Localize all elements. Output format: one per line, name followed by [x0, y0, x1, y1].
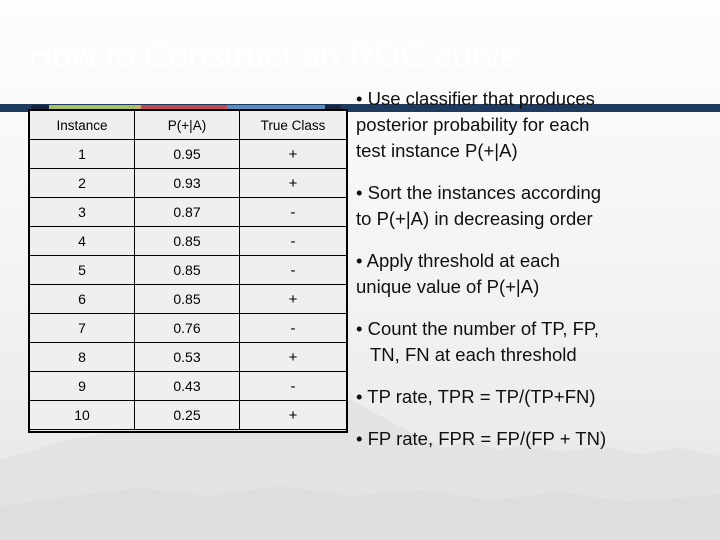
bullet-marker-icon: • — [356, 428, 368, 449]
cell-true-class: + — [239, 400, 347, 430]
cell-true-class: - — [239, 371, 347, 401]
cell-true-class: - — [239, 197, 347, 227]
column-header-true-class: True Class — [239, 110, 347, 140]
cell-instance: 4 — [29, 226, 135, 256]
bullet-item: • Use classifier that produces posterior … — [356, 86, 712, 164]
bullet-line: test instance P(+|A) — [356, 140, 518, 161]
bullet-line: Count the number of TP, FP, — [367, 318, 600, 339]
cell-true-class: - — [239, 313, 347, 343]
bullet-line: Apply threshold at each — [366, 250, 560, 271]
cell-true-class: + — [239, 284, 347, 314]
table-row: 8 0.53 + — [29, 342, 347, 372]
bullet-item: • Count the number of TP, FP, TN, FN at e… — [356, 316, 712, 368]
cell-instance: 2 — [29, 168, 135, 198]
slide-title: How to Construct an ROC curve — [28, 37, 520, 75]
bullet-line: TN, FN at each threshold — [370, 344, 577, 365]
bullet-line: Use classifier that produces — [367, 88, 595, 109]
cell-instance: 5 — [29, 255, 135, 285]
table-row: 1 0.95 + — [29, 139, 347, 169]
bullet-item: • Sort the instances according to P(+|A) … — [356, 180, 712, 232]
cell-true-class: - — [239, 226, 347, 256]
bullet-line: TP rate, TPR = TP/(TP+FN) — [367, 386, 596, 407]
bullet-line: unique value of P(+|A) — [356, 276, 540, 297]
column-header-instance: Instance — [29, 110, 135, 140]
cell-probability: 0.93 — [134, 168, 240, 198]
bullet-marker-icon: • — [356, 182, 368, 203]
bullet-line: FP rate, FPR = FP/(FP + TN) — [367, 428, 607, 449]
bullet-marker-icon: • — [356, 250, 367, 271]
cell-true-class: + — [239, 168, 347, 198]
cell-true-class: + — [239, 342, 347, 372]
bullet-item: • TP rate, TPR = TP/(TP+FN) — [356, 384, 712, 410]
cell-probability: 0.25 — [134, 400, 240, 430]
table-header-row: Instance P(+|A) True Class — [29, 110, 347, 140]
bullet-list: • Use classifier that produces posterior … — [356, 86, 712, 468]
cell-instance: 8 — [29, 342, 135, 372]
table-row: 6 0.85 + — [29, 284, 347, 314]
table-row: 2 0.93 + — [29, 168, 347, 198]
cell-probability: 0.53 — [134, 342, 240, 372]
bullet-line: to P(+|A) in decreasing order — [356, 208, 593, 229]
cell-instance: 1 — [29, 139, 135, 169]
cell-probability: 0.85 — [134, 255, 240, 285]
cell-probability: 0.76 — [134, 313, 240, 343]
table-body: 1 0.95 +2 0.93 +3 0.87-4 0.85-5 0.85-6 0.85 +7 0.7… — [29, 139, 347, 430]
cell-probability: 0.95 — [134, 139, 240, 169]
column-header-probability: P(+|A) — [134, 110, 240, 140]
bullet-marker-icon: • — [356, 88, 368, 109]
table-row: 5 0.85- — [29, 255, 347, 285]
table-row: 7 0.76- — [29, 313, 347, 343]
cell-probability: 0.43 — [134, 371, 240, 401]
cell-instance: 6 — [29, 284, 135, 314]
table-row: 9 0.43- — [29, 371, 347, 401]
cell-true-class: + — [239, 139, 347, 169]
table-row: 10 0.25 + — [29, 400, 347, 430]
cell-probability: 0.85 — [134, 284, 240, 314]
cell-instance: 10 — [29, 400, 135, 430]
instance-probability-table: Instance P(+|A) True Class 1 0.95 +2 0.93 +3… — [29, 110, 347, 430]
table-row: 4 0.85- — [29, 226, 347, 256]
slide-canvas: How to Construct an ROC curve Instance P… — [0, 0, 720, 540]
bullet-item: • Apply threshold at each unique value of… — [356, 248, 712, 300]
cell-instance: 7 — [29, 313, 135, 343]
bullet-line: posterior probability for each — [356, 114, 590, 135]
table-row: 3 0.87- — [29, 197, 347, 227]
cell-probability: 0.87 — [134, 197, 240, 227]
bullet-item: • FP rate, FPR = FP/(FP + TN) — [356, 426, 712, 452]
cell-instance: 9 — [29, 371, 135, 401]
bullet-line: Sort the instances according — [367, 182, 602, 203]
bullet-marker-icon: • — [356, 386, 368, 407]
cell-probability: 0.85 — [134, 226, 240, 256]
cell-true-class: - — [239, 255, 347, 285]
bullet-marker-icon: • — [356, 318, 368, 339]
cell-instance: 3 — [29, 197, 135, 227]
